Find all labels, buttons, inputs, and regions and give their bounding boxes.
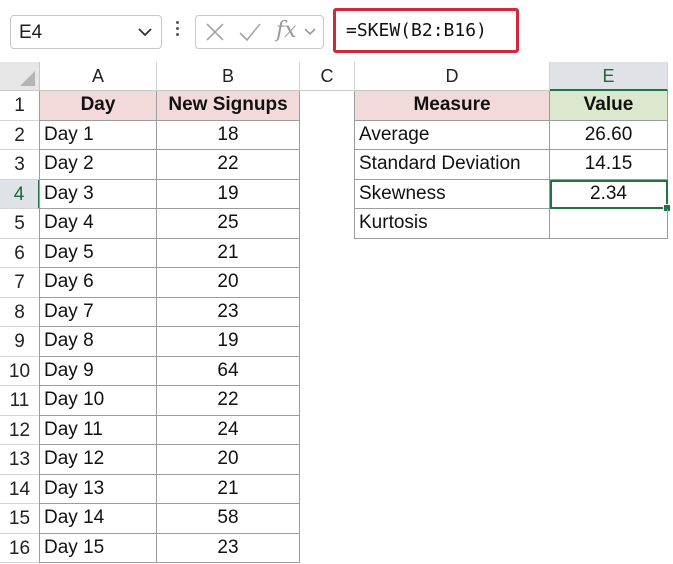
row-header-4[interactable]: 4 (0, 179, 40, 209)
signups-cell[interactable]: 25 (157, 209, 300, 239)
select-all-corner[interactable] (0, 62, 40, 91)
day-cell[interactable]: Day 3 (40, 179, 157, 209)
signups-cell[interactable]: 19 (157, 327, 300, 357)
row-header-2[interactable]: 2 (0, 120, 40, 150)
row-header-12[interactable]: 12 (0, 415, 40, 445)
signups-cell[interactable]: 21 (157, 474, 300, 504)
day-cell[interactable]: Day 9 (40, 356, 157, 386)
signups-cell[interactable]: 22 (157, 150, 300, 180)
column-header-d[interactable]: D (355, 62, 550, 91)
signups-cell[interactable]: 24 (157, 415, 300, 445)
formula-text: =SKEW(B2:B16) (346, 20, 487, 41)
row-header-1[interactable]: 1 (0, 91, 40, 121)
row-header-7[interactable]: 7 (0, 268, 40, 298)
measure-cell[interactable]: Standard Deviation (355, 150, 550, 180)
row-header-15[interactable]: 15 (0, 504, 40, 534)
day-cell[interactable]: Day 12 (40, 445, 157, 475)
row-header-13[interactable]: 13 (0, 445, 40, 475)
formula-input[interactable]: =SKEW(B2:B16) (333, 8, 519, 53)
name-box[interactable]: E4 (10, 15, 162, 49)
table2-header-value[interactable]: Value (550, 91, 668, 121)
day-cell[interactable]: Day 14 (40, 504, 157, 534)
row-header-10[interactable]: 10 (0, 356, 40, 386)
measure-cell[interactable]: Average (355, 120, 550, 150)
column-header-a[interactable]: A (40, 62, 157, 91)
day-cell[interactable]: Day 6 (40, 268, 157, 298)
day-cell[interactable]: Day 7 (40, 297, 157, 327)
day-cell[interactable]: Day 8 (40, 327, 157, 357)
signups-cell[interactable]: 20 (157, 268, 300, 298)
chevron-down-icon[interactable] (135, 22, 155, 42)
signups-cell[interactable]: 22 (157, 386, 300, 416)
formula-bar: E4 fx =SKEW(B2:B16) (0, 0, 673, 62)
table1-left-border (39, 91, 40, 563)
column-header-b[interactable]: B (157, 62, 300, 91)
row-header-8[interactable]: 8 (0, 297, 40, 327)
name-box-value: E4 (19, 22, 43, 43)
table2-left-border (354, 91, 355, 239)
day-cell[interactable]: Day 10 (40, 386, 157, 416)
signups-cell[interactable]: 23 (157, 533, 300, 563)
table2-header-measure[interactable]: Measure (355, 91, 550, 121)
row-header-16[interactable]: 16 (0, 533, 40, 563)
day-cell[interactable]: Day 11 (40, 415, 157, 445)
insert-function-icon[interactable]: fx (276, 18, 297, 43)
signups-cell[interactable]: 19 (157, 179, 300, 209)
formula-controls: fx (195, 15, 324, 49)
table1-header-day[interactable]: Day (40, 91, 157, 121)
day-cell[interactable]: Day 2 (40, 150, 157, 180)
signups-cell[interactable]: 58 (157, 504, 300, 534)
column-header-e[interactable]: E (550, 62, 668, 91)
day-cell[interactable]: Day 15 (40, 533, 157, 563)
row-header-6[interactable]: 6 (0, 238, 40, 268)
measure-cell[interactable]: Kurtosis (355, 209, 550, 239)
more-options-icon[interactable] (172, 18, 182, 46)
spreadsheet-grid: A B C D E 1 2 3 4 5 6 7 8 9 10 11 12 13 14 15 16 Day New Signu… (0, 62, 673, 564)
row-header-14[interactable]: 14 (0, 474, 40, 504)
cancel-icon[interactable] (204, 21, 226, 43)
day-cell[interactable]: Day 13 (40, 474, 157, 504)
day-cell[interactable]: Day 4 (40, 209, 157, 239)
row-header-3[interactable]: 3 (0, 150, 40, 180)
signups-cell[interactable]: 21 (157, 238, 300, 268)
measure-cell[interactable]: Skewness (355, 179, 550, 209)
value-cell[interactable]: 26.60 (550, 120, 668, 150)
value-cell[interactable] (550, 209, 668, 239)
table1-header-signups[interactable]: New Signups (157, 91, 300, 121)
signups-cell[interactable]: 23 (157, 297, 300, 327)
value-cell[interactable]: 14.15 (550, 150, 668, 180)
day-cell[interactable]: Day 1 (40, 120, 157, 150)
row-header-5[interactable]: 5 (0, 209, 40, 239)
row-header-9[interactable]: 9 (0, 327, 40, 357)
row-header-11[interactable]: 11 (0, 386, 40, 416)
signups-cell[interactable]: 20 (157, 445, 300, 475)
signups-cell[interactable]: 64 (157, 356, 300, 386)
column-header-c[interactable]: C (300, 62, 355, 91)
signups-cell[interactable]: 18 (157, 120, 300, 150)
selected-cell[interactable]: 2.34 (550, 179, 668, 209)
chevron-down-icon[interactable] (302, 24, 318, 40)
enter-check-icon[interactable] (238, 21, 262, 43)
day-cell[interactable]: Day 5 (40, 238, 157, 268)
